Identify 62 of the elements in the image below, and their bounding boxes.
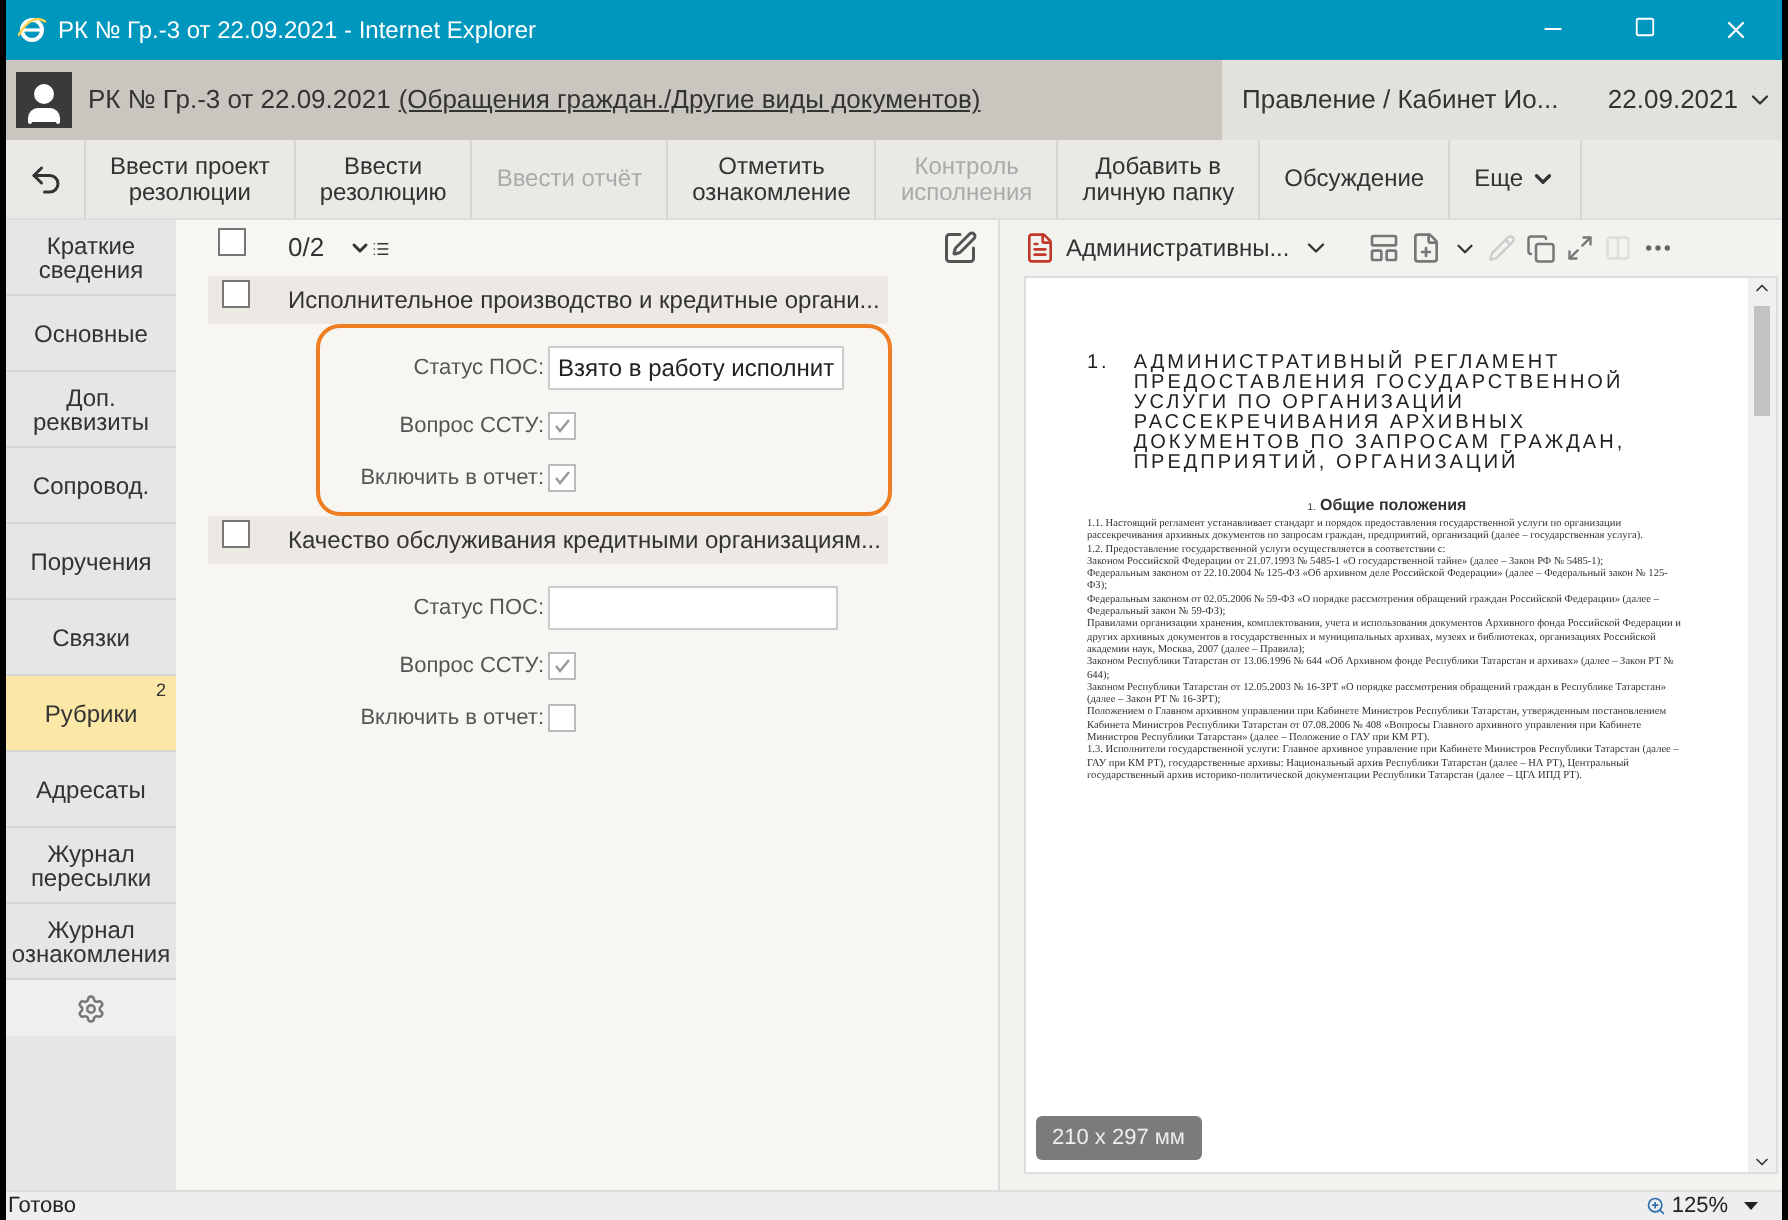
check-icon: [552, 468, 572, 488]
zoom-level[interactable]: 125%: [1671, 1189, 1728, 1220]
scrollbar[interactable]: [1748, 278, 1776, 1172]
zoom-icon[interactable]: [1645, 1196, 1666, 1216]
count-label: 2: [155, 680, 166, 700]
checkbox[interactable]: [218, 228, 246, 256]
status-text: Готово: [8, 1191, 76, 1220]
checkbox[interactable]: [548, 412, 576, 440]
settings-icon[interactable]: [6, 980, 176, 1036]
user-avatar-icon: [16, 72, 72, 128]
sidebar-tab[interactable]: Рубрики 2: [6, 676, 176, 752]
rubric-row[interactable]: Качество обслуживания кредитными организациям...: [208, 516, 889, 564]
expand-icon[interactable]: [1565, 234, 1594, 262]
checkbox[interactable]: [222, 280, 250, 308]
selection-counter: 0/2: [288, 230, 325, 267]
heading-line: ДОКУМЕНТОВ ПО ЗАПРОСАМ ГРАЖДАН,: [1133, 434, 1626, 454]
checkbox[interactable]: [222, 520, 250, 548]
rubric-title: Исполнительное производство и кредитные органи...: [288, 284, 880, 318]
toolbar-button[interactable]: Обсуждение: [1260, 140, 1451, 218]
pdf-file-icon: [1024, 232, 1056, 264]
status-field[interactable]: Взято в работу исполнит: [548, 346, 845, 390]
more-menu-button[interactable]: Еще: [1450, 140, 1582, 218]
copy-icon[interactable]: [1525, 233, 1556, 263]
toolbar-button[interactable]: Ввести проект резолюции: [86, 140, 296, 218]
checkbox[interactable]: [548, 652, 576, 680]
check-icon: [552, 416, 572, 436]
field-label: Статус ПОС:: [411, 593, 544, 624]
rubric-row[interactable]: Исполнительное производство и кредитные органи...: [208, 276, 888, 324]
checkbox[interactable]: [548, 464, 576, 492]
document-selector[interactable]: Административны...: [1066, 230, 1330, 266]
heading-line: РАССЕКРЕЧИВАНИЯ АРХИВНЫХ: [1133, 414, 1529, 434]
field-label: Вопрос ССТУ:: [397, 651, 544, 682]
scroll-thumb[interactable]: [1754, 306, 1770, 416]
date-label: 22.09.2021: [1607, 82, 1738, 119]
toolbar-button[interactable]: Отметить ознакомление: [668, 140, 877, 218]
field-label: Включить в отчет:: [358, 463, 544, 494]
add-page-icon[interactable]: [1409, 232, 1442, 264]
check-icon: [552, 656, 572, 676]
toolbar-button[interactable]: Ввести резолюцию: [295, 140, 473, 218]
layout-icon[interactable]: [1367, 232, 1400, 264]
field-label: Вопрос ССТУ:: [397, 411, 544, 442]
toolbar-button[interactable]: Добавить в личную папку: [1058, 140, 1261, 218]
section-title: Общие положения: [1319, 494, 1467, 518]
category-link[interactable]: (Обращения граждан./Другие виды документов): [398, 80, 981, 120]
edit-icon[interactable]: [942, 230, 978, 266]
heading-line: УСЛУГИ ПО ОРГАНИЗАЦИИ: [1133, 394, 1467, 414]
field-label: Статус ПОС:: [411, 353, 544, 384]
heading-line: ПРЕДПРИЯТИЙ, ОРГАНИЗАЦИЙ: [1133, 454, 1519, 474]
heading-line: АДМИНИСТРАТИВНЫЙ РЕГЛАМЕНТ: [1133, 354, 1561, 374]
heading-line: ПРЕДОСТАВЛЕНИЯ ГОСУДАРСТВЕННОЙ: [1133, 374, 1626, 394]
department-label: Правление / Кабинет Ио...: [1242, 82, 1559, 119]
checkbox[interactable]: [548, 704, 576, 732]
rubric-title: Качество обслуживания кредитными организациям...: [288, 524, 881, 558]
status-field[interactable]: [548, 586, 838, 630]
document-title: РК № Гр.-3 от 22.09.2021: [88, 82, 391, 119]
field-label: Включить в отчет:: [358, 703, 544, 734]
window-title: РК № Гр.-3 от 22.09.2021 - Internet Explorer: [58, 14, 537, 48]
page-size-badge: 210 x 297 мм: [1036, 1115, 1201, 1160]
browser-logo-icon: [18, 16, 46, 44]
dropdown-arrow-icon[interactable]: [1744, 1202, 1758, 1210]
pencil-icon: [1487, 234, 1516, 262]
heading-number: 1.: [1087, 354, 1110, 378]
